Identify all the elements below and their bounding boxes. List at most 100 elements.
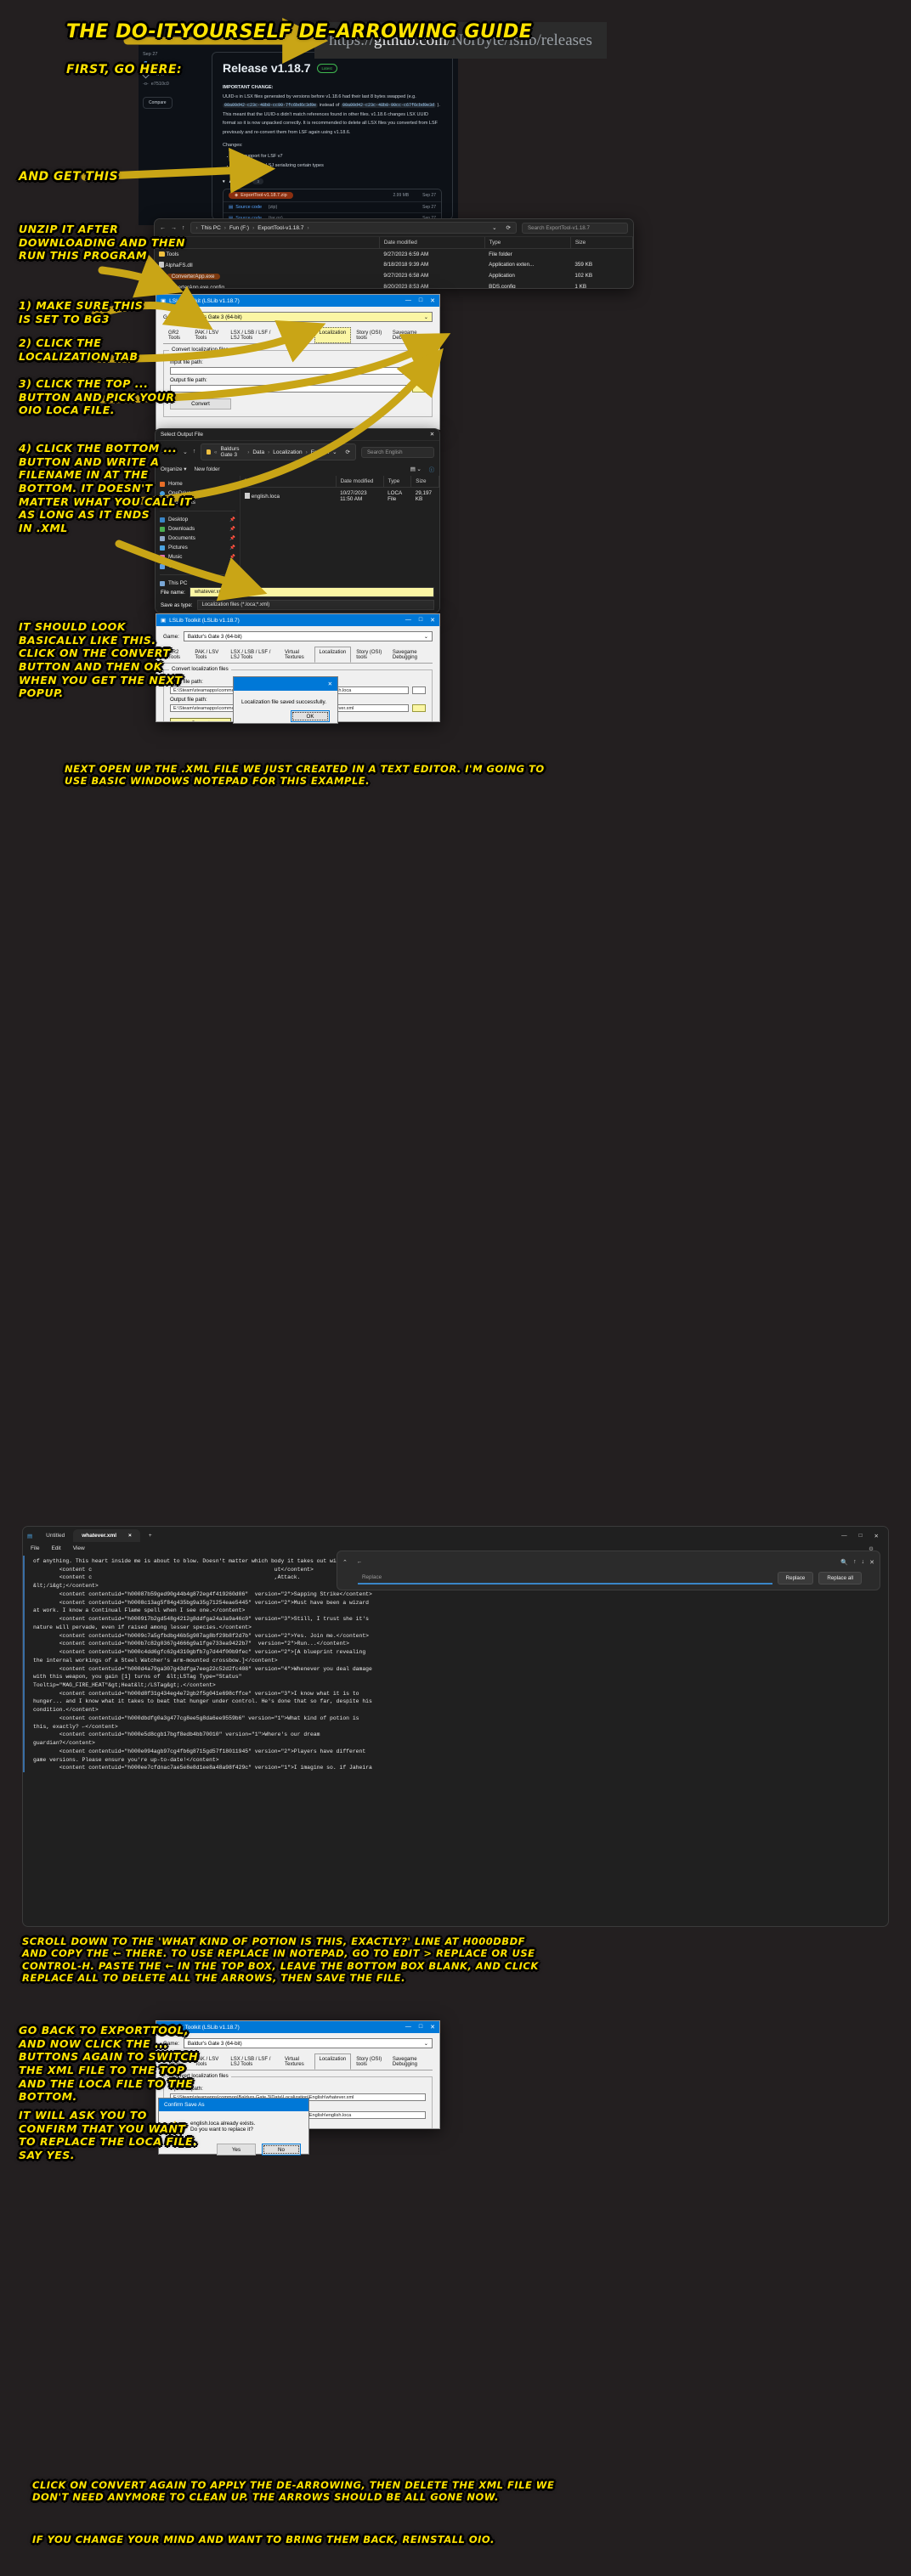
tab-pak-lsv-tools[interactable]: PAK / LSV Tools <box>190 647 225 663</box>
tab-virtual-textures[interactable]: Virtual Textures <box>280 647 314 663</box>
menu-view[interactable]: View <box>73 1545 85 1552</box>
maximize-icon[interactable]: □ <box>419 617 422 624</box>
minimize-icon[interactable]: — <box>405 617 411 624</box>
sidebar-item-pictures[interactable]: Pictures 📌 <box>160 543 235 552</box>
tab-untitled[interactable]: Untitled <box>37 1529 73 1542</box>
input-browse-button[interactable] <box>412 686 426 694</box>
close-icon[interactable]: ✕ <box>430 617 435 624</box>
tab-savegame-debugging[interactable]: Savegame Debugging <box>388 2053 433 2070</box>
column-header-date[interactable]: Date modified <box>336 476 384 488</box>
column-header-type[interactable]: Type <box>484 237 571 249</box>
prev-match-icon[interactable]: ↑ <box>853 1559 857 1565</box>
minimize-icon[interactable]: — <box>405 297 411 304</box>
help-icon[interactable]: ⓘ <box>429 466 434 473</box>
tab-localization[interactable]: Localization <box>314 2053 352 2070</box>
breadcrumb[interactable]: « Baldurs Gate 3 › Data › Localization › En… <box>201 443 356 460</box>
table-row[interactable]: ▤ Source code (zip) Sep 27 <box>224 202 441 214</box>
tab-story-osi-tools[interactable]: Story (OSI) tools <box>351 327 388 343</box>
convert-button[interactable]: Convert <box>170 718 231 721</box>
new-folder-button[interactable]: New folder <box>194 466 219 472</box>
table-row[interactable]: ConverterApp.exe 9/27/2023 6:58 AM Appli… <box>155 270 633 281</box>
tab-story-osi-tools[interactable]: Story (OSI) tools <box>351 2053 388 2070</box>
new-tab-button[interactable]: + <box>140 1529 161 1542</box>
close-icon[interactable]: × <box>128 1533 132 1539</box>
asset-link[interactable]: ▤ Source code (zip) <box>229 205 277 210</box>
column-header-name[interactable]: Name <box>155 237 380 249</box>
refresh-icon[interactable]: ⟳ <box>506 224 511 231</box>
tab-savegame-debugging[interactable]: Savegame Debugging <box>388 647 433 663</box>
column-header-type[interactable]: Type <box>383 476 412 488</box>
table-row[interactable]: english.loca 10/27/2023 11:50 AM LOCA Fi… <box>240 488 439 505</box>
replace-all-button[interactable]: Replace all <box>818 1572 862 1585</box>
game-select[interactable]: Baldur's Gate 3 (64-bit) ⌄ <box>183 2038 433 2048</box>
output-browse-button[interactable] <box>412 385 426 393</box>
find-input[interactable]: ← <box>352 1556 836 1568</box>
replace-button[interactable]: Replace <box>777 1572 814 1585</box>
sidebar-item-documents-pinned[interactable]: Documents 📌 <box>160 534 235 543</box>
table-row[interactable]: Tools 9/27/2023 6:59 AM File folder <box>155 249 633 260</box>
column-header-size[interactable]: Size <box>570 237 633 249</box>
search-icon[interactable]: 🔍 <box>840 1559 848 1566</box>
next-match-icon[interactable]: ↓ <box>862 1559 865 1565</box>
maximize-icon[interactable]: □ <box>859 1533 863 1539</box>
search-input[interactable]: Search English <box>361 446 434 458</box>
chevron-down-icon[interactable]: ⌄ <box>332 449 337 455</box>
menu-edit[interactable]: Edit <box>51 1545 60 1552</box>
tab-pak-lsv-tools[interactable]: PAK / LSV Tools <box>190 327 225 343</box>
expand-icon[interactable]: ⌃ <box>342 1559 348 1566</box>
minimize-icon[interactable]: — <box>841 1533 847 1539</box>
output-browse-button[interactable] <box>412 704 426 712</box>
sidebar-item-music[interactable]: Music 📌 <box>160 552 235 562</box>
filename-input[interactable]: whatever.xml <box>189 587 434 597</box>
game-select[interactable]: Baldur's Gate 3 (64-bit) ⌄ <box>183 631 433 641</box>
compare-button[interactable]: Compare <box>143 97 173 109</box>
ok-button[interactable]: OK <box>291 710 330 722</box>
output-path-field[interactable] <box>170 385 409 393</box>
tab-virtual-textures[interactable]: Virtual Textures <box>280 327 314 343</box>
table-row[interactable]: AlphaFS.dll 8/18/2018 9:39 AM Applicatio… <box>155 259 633 270</box>
up-icon[interactable]: ↑ <box>193 449 196 455</box>
release-commit[interactable]: -o-e7510c0 <box>143 82 206 87</box>
yes-button[interactable]: Yes <box>217 2144 256 2155</box>
chevron-down-icon[interactable]: ⌄ <box>492 224 496 231</box>
game-select[interactable]: Baldur's Gate 3 (64-bit) ⌄ <box>183 312 433 322</box>
search-input[interactable]: Search ExportTool-v1.18.7 <box>522 222 628 234</box>
close-icon[interactable]: ✕ <box>869 1559 874 1566</box>
view-icon[interactable]: ▤ ⌄ <box>410 466 422 472</box>
maximize-icon[interactable]: □ <box>419 297 422 304</box>
replace-input[interactable]: Replace <box>358 1572 772 1585</box>
close-icon[interactable]: ✕ <box>874 1533 879 1539</box>
menu-file[interactable]: File <box>31 1545 39 1552</box>
asset-link[interactable]: ◈ ExportTool-v1.18.7.zip <box>229 192 293 200</box>
no-button[interactable]: No <box>262 2144 301 2155</box>
savetype-select[interactable]: Localization files (*.loca;*.xml) <box>196 600 434 610</box>
input-path-field[interactable] <box>170 367 409 375</box>
tab-whatever-xml[interactable]: whatever.xml × <box>73 1529 140 1542</box>
column-header-name[interactable]: Name <box>240 476 337 488</box>
minimize-icon[interactable]: — <box>405 2024 411 2031</box>
column-header-size[interactable]: Size <box>410 476 439 488</box>
tab-gr2-tools[interactable]: GR2 Tools <box>163 327 190 343</box>
tab-lsx-tools[interactable]: LSX / LSB / LSF / LSJ Tools <box>225 2053 280 2070</box>
tab-lsx-tools[interactable]: LSX / LSB / LSF / LSJ Tools <box>225 327 280 343</box>
tab-savegame-debugging[interactable]: Savegame Debugging <box>388 327 433 343</box>
tab-virtual-textures[interactable]: Virtual Textures <box>280 2053 314 2070</box>
refresh-icon[interactable]: ⟳ <box>346 449 350 455</box>
convert-button[interactable]: Convert <box>170 398 231 410</box>
maximize-icon[interactable]: □ <box>419 2024 422 2031</box>
table-row[interactable]: ConverterApp.exe.config 8/20/2023 8:53 A… <box>155 281 633 288</box>
input-browse-button[interactable] <box>412 367 426 375</box>
breadcrumb[interactable]: › This PC › Fun (F:) › ExportTool-v1.18.7 ›… <box>190 222 517 234</box>
tab-lsx-tools[interactable]: LSX / LSB / LSF / LSJ Tools <box>225 647 280 663</box>
sidebar-item-videos[interactable]: Videos 📌 <box>160 562 235 571</box>
tab-story-osi-tools[interactable]: Story (OSI) tools <box>351 647 388 663</box>
close-icon[interactable]: ✕ <box>328 681 332 687</box>
assets-header[interactable]: ▾ Assets 3 <box>223 178 442 185</box>
column-header-date[interactable]: Date modified <box>379 237 485 249</box>
close-icon[interactable]: ✕ <box>430 2024 435 2031</box>
tab-localization[interactable]: Localization <box>314 327 352 343</box>
close-icon[interactable]: ✕ <box>430 432 434 438</box>
tab-localization[interactable]: Localization <box>314 647 352 663</box>
table-row[interactable]: ◈ ExportTool-v1.18.7.zip 2.99 MB Sep 27 <box>224 189 441 203</box>
close-icon[interactable]: ✕ <box>430 297 435 304</box>
